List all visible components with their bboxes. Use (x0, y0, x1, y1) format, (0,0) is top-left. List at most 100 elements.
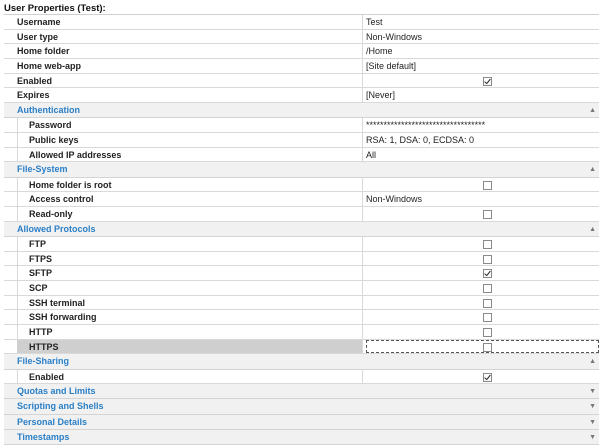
property-row-scp[interactable]: SCP (4, 280, 599, 296)
http-checkbox[interactable] (483, 327, 492, 337)
property-row-access-control[interactable]: Access control Non-Windows (4, 192, 599, 207)
property-value (366, 207, 599, 221)
category-label: File-System (17, 164, 68, 175)
property-row-username[interactable]: Username Test (4, 15, 599, 30)
scp-checkbox[interactable] (483, 283, 492, 293)
property-value[interactable]: [Never] (366, 88, 599, 102)
property-row-home-folder-root[interactable]: Home folder is root (4, 177, 599, 193)
property-value (366, 339, 599, 354)
property-value (366, 281, 599, 295)
ftps-checkbox[interactable] (483, 254, 492, 264)
category-file-system[interactable]: File-System ▲ (4, 162, 599, 178)
property-row-sftp[interactable]: SFTP (4, 266, 599, 281)
category-personal-details[interactable]: Personal Details ▼ (4, 414, 599, 430)
property-label: SFTP (17, 266, 363, 280)
category-quotas-and-limits[interactable]: Quotas and Limits ▼ (4, 384, 599, 400)
property-label: SSH forwarding (17, 310, 363, 324)
category-label: Personal Details (17, 416, 88, 427)
ftp-checkbox[interactable] (483, 239, 492, 249)
property-value (366, 370, 599, 384)
sharing-enabled-checkbox[interactable] (483, 372, 492, 382)
property-label: Password (17, 118, 363, 132)
property-label: Home folder is root (17, 177, 363, 192)
property-value (366, 266, 599, 280)
property-row-https[interactable]: HTTPS (4, 339, 599, 355)
category-allowed-protocols[interactable]: Allowed Protocols ▲ (4, 221, 599, 237)
property-label: Public keys (17, 133, 363, 147)
category-timestamps[interactable]: Timestamps ▼ (4, 429, 599, 445)
category-scripting-and-shells[interactable]: Scripting and Shells ▼ (4, 399, 599, 415)
property-label: Home folder (17, 44, 363, 59)
property-label: SCP (17, 280, 363, 295)
property-label: SSH terminal (17, 295, 363, 310)
property-value[interactable]: All (366, 148, 599, 162)
property-label: Access control (17, 192, 363, 206)
enabled-checkbox[interactable] (483, 76, 492, 86)
property-value (366, 296, 599, 310)
property-value (366, 310, 599, 324)
collapse-arrow-icon[interactable]: ▲ (589, 166, 596, 173)
property-row-ssh-terminal[interactable]: SSH terminal (4, 295, 599, 311)
category-label: Quotas and Limits (17, 386, 96, 397)
property-row-ftp[interactable]: FTP (4, 236, 599, 252)
expand-arrow-icon[interactable]: ▼ (589, 434, 596, 441)
property-label: Read-only (17, 206, 363, 221)
property-row-expires[interactable]: Expires [Never] (4, 88, 599, 104)
property-row-home-folder[interactable]: Home folder /Home (4, 44, 599, 60)
home-folder-root-checkbox[interactable] (483, 180, 492, 190)
property-label: Username (17, 15, 363, 29)
check-icon (484, 78, 491, 85)
property-label: HTTP (17, 324, 363, 339)
property-value[interactable]: RSA: 1, DSA: 0, ECDSA: 0 (366, 133, 599, 147)
property-label: Enabled (17, 369, 363, 384)
sftp-checkbox[interactable] (483, 269, 492, 279)
property-row-read-only[interactable]: Read-only (4, 206, 599, 222)
category-label: Timestamps (17, 431, 70, 442)
collapse-arrow-icon[interactable]: ▲ (589, 358, 596, 365)
property-row-password[interactable]: Password *******************************… (4, 118, 599, 133)
read-only-checkbox[interactable] (483, 209, 492, 219)
property-row-sharing-enabled[interactable]: Enabled (4, 369, 599, 385)
property-value[interactable]: Non-Windows (366, 30, 599, 44)
property-label: Home web-app (17, 59, 363, 73)
property-value[interactable]: [Site default] (366, 59, 599, 73)
property-row-http[interactable]: HTTP (4, 324, 599, 340)
category-file-sharing[interactable]: File-Sharing ▲ (4, 354, 599, 370)
property-label: Allowed IP addresses (17, 147, 363, 162)
expand-arrow-icon[interactable]: ▼ (589, 419, 596, 426)
property-row-user-type[interactable]: User type Non-Windows (4, 29, 599, 45)
property-row-ftps[interactable]: FTPS (4, 251, 599, 267)
property-row-public-keys[interactable]: Public keys RSA: 1, DSA: 0, ECDSA: 0 (4, 133, 599, 148)
category-label: Scripting and Shells (17, 401, 104, 412)
property-label: Enabled (17, 73, 363, 88)
property-value[interactable]: Non-Windows (366, 192, 599, 206)
check-icon (484, 374, 491, 380)
category-label: Allowed Protocols (17, 223, 96, 234)
property-row-enabled[interactable]: Enabled (4, 73, 599, 89)
category-authentication[interactable]: Authentication ▲ (4, 103, 599, 119)
collapse-arrow-icon[interactable]: ▲ (589, 226, 596, 233)
property-label: User type (17, 29, 363, 44)
property-label: HTTPS (17, 339, 363, 354)
property-value[interactable]: Test (366, 15, 599, 29)
property-value[interactable]: ********************************** (366, 118, 599, 132)
category-label: Authentication (17, 105, 80, 116)
property-value[interactable]: /Home (366, 44, 599, 58)
property-label: Expires (17, 88, 363, 103)
property-value (366, 252, 599, 266)
property-label: FTPS (17, 251, 363, 266)
ssh-forwarding-checkbox[interactable] (483, 313, 492, 323)
property-value (366, 237, 599, 251)
expand-arrow-icon[interactable]: ▼ (589, 388, 596, 395)
property-value (366, 178, 599, 192)
ssh-terminal-checkbox[interactable] (483, 298, 492, 308)
property-row-ssh-forwarding[interactable]: SSH forwarding (4, 310, 599, 325)
collapse-arrow-icon[interactable]: ▲ (589, 107, 596, 114)
expand-arrow-icon[interactable]: ▼ (589, 403, 596, 410)
property-grid: Username Test User type Non-Windows Home… (4, 14, 599, 445)
check-icon (484, 270, 491, 277)
property-row-allowed-ip[interactable]: Allowed IP addresses All (4, 147, 599, 163)
https-checkbox[interactable] (483, 342, 492, 352)
property-row-home-web-app[interactable]: Home web-app [Site default] (4, 59, 599, 74)
property-value (366, 325, 599, 339)
